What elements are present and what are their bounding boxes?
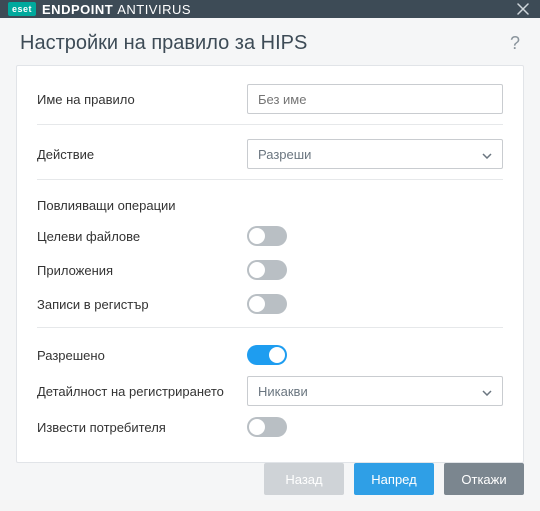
rule-name-input[interactable] — [247, 84, 503, 114]
apps-toggle[interactable] — [247, 260, 287, 280]
titlebar: eset ENDPOINT ANTIVIRUS — [0, 0, 540, 18]
target-files-label: Целеви файлове — [37, 229, 247, 244]
divider — [37, 179, 503, 180]
close-icon[interactable] — [514, 0, 532, 18]
log-detail-select[interactable]: Никакви — [247, 376, 503, 406]
enabled-toggle[interactable] — [247, 345, 287, 365]
registry-label: Записи в регистър — [37, 297, 247, 312]
row-registry: Записи в регистър — [37, 287, 503, 321]
row-target-files: Целеви файлове — [37, 219, 503, 253]
apps-label: Приложения — [37, 263, 247, 278]
row-notify: Извести потребителя — [37, 410, 503, 444]
row-apps: Приложения — [37, 253, 503, 287]
row-enabled: Разрешено — [37, 338, 503, 372]
divider — [37, 124, 503, 125]
notify-label: Извести потребителя — [37, 420, 247, 435]
action-label: Действие — [37, 147, 247, 162]
chevron-down-icon — [482, 147, 492, 162]
action-select-value: Разреши — [258, 147, 311, 162]
titlebar-product-light: ANTIVIRUS — [117, 2, 191, 17]
chevron-down-icon — [482, 384, 492, 399]
settings-panel: Име на правило Действие Разреши Повлиява… — [16, 65, 524, 463]
row-action: Действие Разреши — [37, 135, 503, 173]
back-button: Назад — [264, 463, 344, 495]
log-detail-label: Детайлност на регистрирането — [37, 384, 247, 399]
titlebar-product-strong: ENDPOINT — [42, 2, 113, 17]
registry-toggle[interactable] — [247, 294, 287, 314]
app-window: eset ENDPOINT ANTIVIRUS Настройки на пра… — [0, 0, 540, 500]
target-files-toggle[interactable] — [247, 226, 287, 246]
row-log-detail: Детайлност на регистрирането Никакви — [37, 372, 503, 410]
row-rule-name: Име на правило — [37, 80, 503, 118]
cancel-button[interactable]: Откажи — [444, 463, 524, 495]
next-button[interactable]: Напред — [354, 463, 434, 495]
brand-badge: eset — [8, 2, 36, 16]
page-header: Настройки на правило за HIPS ? — [0, 18, 540, 65]
rule-name-label: Име на правило — [37, 92, 247, 107]
divider — [37, 327, 503, 328]
ops-section-title: Повлияващи операции — [37, 190, 503, 219]
action-select[interactable]: Разреши — [247, 139, 503, 169]
page-title: Настройки на правило за HIPS — [20, 32, 510, 55]
notify-toggle[interactable] — [247, 417, 287, 437]
help-icon[interactable]: ? — [510, 33, 520, 54]
enabled-label: Разрешено — [37, 348, 247, 363]
log-detail-select-value: Никакви — [258, 384, 308, 399]
footer: Назад Напред Откажи — [0, 463, 540, 511]
